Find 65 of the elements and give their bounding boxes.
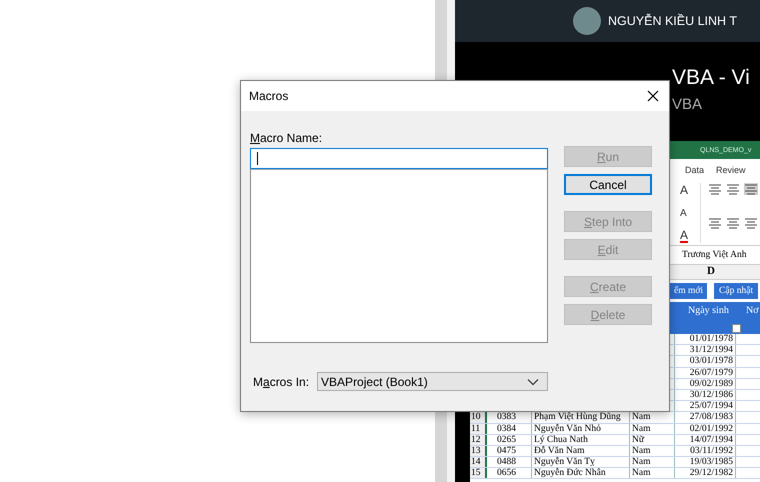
table-cell: Nữ (629, 434, 674, 445)
video-title: VBA - Vi (672, 66, 751, 90)
table-cell: Nguyễn Đức Nhân (531, 468, 629, 478)
macros-in-label: Macros In: (253, 374, 310, 388)
sheet-button[interactable]: Cập nhật (714, 283, 758, 299)
table-cell-text: 0656 (496, 468, 517, 478)
table-cell: Nam (629, 457, 674, 468)
table-cell: 03/11/1992 (674, 446, 735, 456)
table-cell: 29/12/1982 (674, 468, 735, 478)
row-number: 14 (470, 457, 487, 468)
row-number: 11 (470, 424, 487, 434)
chevron-down-icon (527, 378, 539, 386)
font-button[interactable]: A (680, 208, 687, 219)
table-cell: 14/07/1994 (674, 434, 735, 445)
table-cell-text: 0488 (496, 457, 517, 468)
table-cell: Nam (629, 424, 674, 434)
table-cell-text: 0383 (496, 412, 517, 422)
table-header: Ngày sinh (688, 304, 730, 316)
table-cell-text: 0475 (496, 446, 517, 456)
author-name: NGUYỄN KIỀU LINH T (608, 14, 737, 28)
dialog-button[interactable]: Cancel (564, 174, 652, 195)
table-cell: 19/03/1985 (674, 457, 735, 468)
column-header: D (707, 265, 715, 277)
table-cell: Lý Chua Nath (531, 434, 629, 445)
align-icon[interactable] (744, 183, 758, 195)
table-header: Nơ (746, 304, 759, 316)
macros-in-dropdown[interactable]: VBAProject (Book1) (317, 372, 548, 391)
filter-icon[interactable] (732, 324, 741, 333)
table-cell: 03/01/1978 (674, 356, 735, 367)
table-cell: Nguyễn Văn Nhỏ (531, 424, 629, 434)
font-button[interactable]: A (680, 183, 688, 198)
macro-name-field[interactable] (250, 148, 548, 169)
close-icon[interactable] (647, 90, 659, 102)
video-subtitle: VBA (672, 96, 704, 113)
table-cell: 31/12/1994 (674, 345, 735, 356)
table-cell: 27/08/1983 (674, 412, 735, 422)
table-cell: 26/07/1979 (674, 368, 735, 378)
align-icon[interactable] (726, 217, 740, 229)
table-cell: Nam (629, 468, 674, 478)
formula-field[interactable]: Trương Việt Anh (682, 250, 747, 260)
table-cell: 09/02/1989 (674, 378, 735, 389)
ribbon-tab[interactable]: Data (685, 165, 704, 175)
align-icon[interactable] (726, 183, 740, 195)
ribbon-tab[interactable]: Review (716, 165, 746, 175)
table-cell: Nam (629, 446, 674, 456)
align-icon[interactable] (744, 217, 758, 229)
macro-name-label: Macro Name: (250, 131, 324, 145)
dialog-title: Macros (249, 89, 288, 103)
sheet-button[interactable]: ểm mới (670, 283, 708, 299)
table-cell: Nguyễn Văn Tỵ (531, 457, 629, 468)
align-icon[interactable] (708, 183, 722, 195)
row-number: 10 (470, 412, 487, 422)
font-button[interactable]: A (680, 228, 688, 243)
table-cell-text: 0384 (496, 424, 517, 434)
table-cell: 25/07/1994 (674, 401, 735, 412)
align-icon[interactable] (708, 217, 722, 229)
table-cell: 02/01/1992 (674, 424, 735, 434)
row-number: 12 (470, 434, 487, 445)
table-cell: Đỗ Văn Nam (531, 446, 629, 456)
avatar (573, 7, 601, 35)
row-number: 13 (470, 446, 487, 456)
table-cell: 30/12/1986 (674, 390, 735, 400)
row-number: 15 (470, 468, 487, 478)
table-cell: 01/01/1978 (674, 334, 735, 344)
table-cell-text: 0265 (496, 434, 517, 445)
